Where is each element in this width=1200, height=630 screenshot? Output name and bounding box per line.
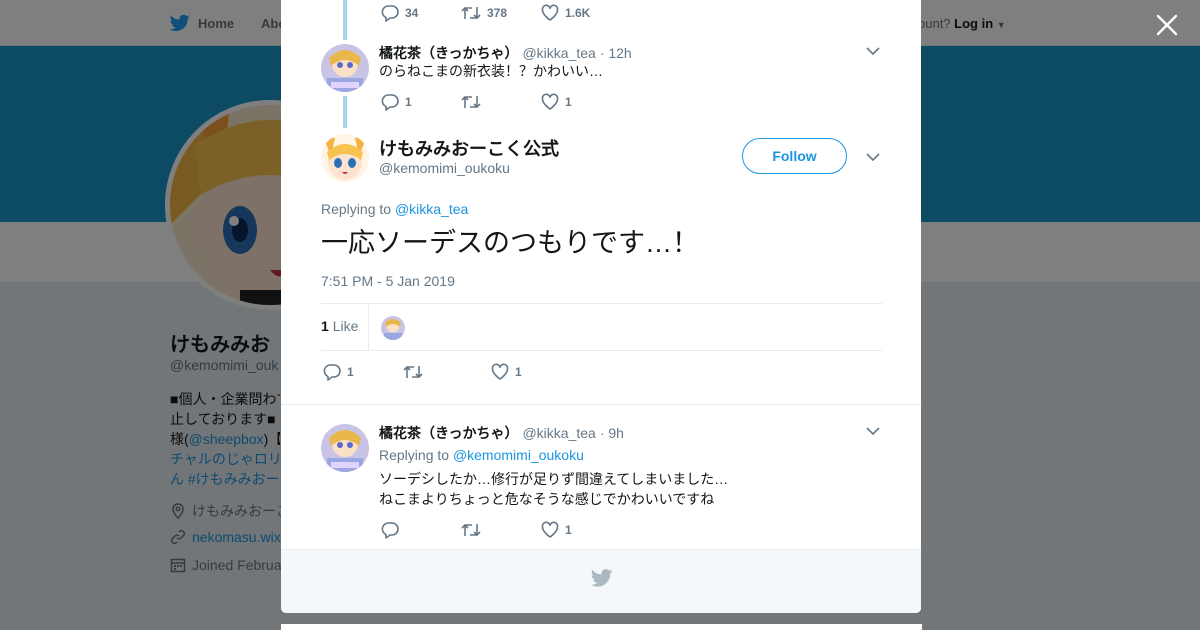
reply-icon [381, 5, 399, 22]
avatar[interactable] [321, 134, 369, 182]
main-author-handle[interactable]: @kemomimi_oukoku [379, 160, 510, 176]
tweet-actions: 34 378 1.6K [381, 4, 590, 22]
like-action[interactable]: 1 [541, 93, 572, 111]
tweet-actions: 1 1 [323, 363, 522, 381]
thread-line [343, 0, 347, 40]
author-name[interactable]: 橘花茶（きっかちゃ） [379, 43, 518, 63]
divider [281, 404, 921, 405]
reply-icon [323, 364, 341, 381]
next-content-edge [281, 624, 922, 630]
like-count[interactable]: 1 Like [321, 318, 358, 334]
chevron-down-icon[interactable] [865, 43, 881, 59]
chevron-down-icon[interactable] [865, 149, 881, 165]
avatar[interactable] [321, 44, 369, 92]
liker-avatar[interactable] [381, 316, 405, 340]
author-handle[interactable]: @kikka_tea [522, 425, 595, 441]
stats-divider [368, 304, 369, 350]
tweet-header: 橘花茶（きっかちゃ） @kikka_tea · 9h [379, 423, 624, 443]
reply-action[interactable]: 34 [381, 4, 461, 22]
heart-icon [491, 363, 509, 380]
retweet-icon [461, 524, 481, 536]
thread-line [343, 96, 347, 128]
twitter-bird-icon [591, 569, 613, 587]
close-icon[interactable] [1154, 12, 1180, 38]
like-action[interactable]: 1 [541, 521, 572, 539]
main-tweet-timestamp[interactable]: 7:51 PM - 5 Jan 2019 [321, 273, 455, 289]
tweet-header: 橘花茶（きっかちゃ） @kikka_tea · 12h [379, 43, 632, 63]
like-action[interactable]: 1.6K [541, 4, 590, 22]
replying-to-link[interactable]: @kikka_tea [395, 201, 468, 217]
like-action[interactable]: 1 [491, 363, 522, 381]
retweet-icon [461, 96, 481, 108]
heart-icon [541, 93, 559, 110]
replying-to: Replying to @kikka_tea [321, 201, 469, 217]
reply-icon [381, 522, 399, 539]
replying-to: Replying to @kemomimi_oukoku [379, 447, 584, 463]
tweet-actions: 1 [381, 521, 572, 539]
retweet-icon [403, 366, 423, 378]
heart-icon [541, 4, 559, 21]
reply-icon [381, 94, 399, 111]
tweet-text: ソーデシしたか…修行が足りず間違えてしまいました… ねこまよりちょっと危なそうな… [379, 471, 729, 507]
chevron-down-icon[interactable] [865, 423, 881, 439]
retweet-action[interactable] [461, 93, 541, 111]
tweet-actions: 1 1 [381, 93, 572, 111]
tweet-stats: 1 Like [321, 303, 882, 351]
author-handle[interactable]: @kikka_tea [522, 45, 595, 61]
reply-action[interactable]: 1 [323, 363, 403, 381]
tweet-time[interactable]: · 9h [600, 425, 624, 441]
retweet-action[interactable]: 378 [461, 4, 541, 22]
modal-footer [281, 549, 921, 613]
tweet-time[interactable]: · 12h [600, 45, 632, 61]
main-tweet-text: 一応ソーデスのつもりです…！ [321, 228, 699, 258]
retweet-action[interactable] [461, 521, 541, 539]
tweet-text: のらねこまの新衣装！？かわいい… [379, 63, 603, 79]
follow-button[interactable]: Follow [742, 138, 847, 174]
retweet-icon [461, 7, 481, 19]
reply-action[interactable] [381, 521, 461, 539]
tweet-modal: 34 378 1.6K 橘花茶（きっかちゃ） @kikka_tea · 12h … [281, 0, 921, 613]
retweet-action[interactable] [403, 363, 491, 381]
main-author-name[interactable]: けもみみおーこく公式 [379, 135, 559, 161]
reply-action[interactable]: 1 [381, 93, 461, 111]
avatar[interactable] [321, 424, 369, 472]
author-name[interactable]: 橘花茶（きっかちゃ） [379, 423, 518, 443]
replying-to-link[interactable]: @kemomimi_oukoku [453, 447, 584, 463]
heart-icon [541, 521, 559, 538]
